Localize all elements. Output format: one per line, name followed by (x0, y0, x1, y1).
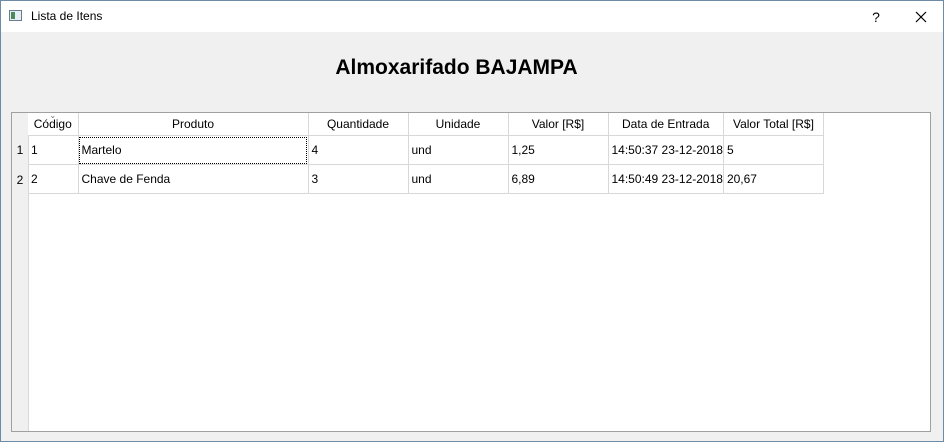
sort-indicator-icon: ⌄ (49, 111, 57, 120)
table-corner-button[interactable] (12, 113, 28, 135)
column-header-codigo[interactable]: ⌄ Código (28, 111, 79, 136)
cell-unidade[interactable]: und (408, 135, 509, 165)
column-header-quantidade[interactable]: Quantidade (308, 113, 409, 136)
column-header-produto[interactable]: Produto (78, 113, 309, 136)
cell-data-entrada[interactable]: 14:50:49 23-12-2018 (608, 164, 724, 194)
help-button[interactable]: ? (854, 1, 898, 32)
column-header-unidade[interactable]: Unidade (408, 113, 509, 136)
cell-valor[interactable]: 6,89 (508, 164, 609, 194)
window-title: Lista de Itens (31, 9, 103, 23)
column-header-valor-total[interactable]: Valor Total [R$] (723, 113, 824, 136)
items-grid: ⌄ Código Produto Quantidade Unidade Valo… (28, 111, 824, 194)
row-header-1[interactable]: 1 (12, 143, 28, 157)
header-row: ⌄ Código Produto Quantidade Unidade Valo… (28, 111, 824, 136)
cell-produto[interactable]: Martelo (78, 135, 309, 165)
table-row[interactable]: 1 Martelo 4 und 1,25 14:50:37 23-12-2018… (28, 135, 824, 165)
help-label: ? (872, 8, 880, 25)
cell-codigo[interactable]: 1 (28, 135, 79, 165)
main-window: Lista de Itens ? Almoxarifado BAJAMPA 1 … (0, 0, 944, 442)
column-header-valor[interactable]: Valor [R$] (508, 113, 609, 136)
title-bar[interactable]: Lista de Itens ? (1, 1, 943, 32)
cell-unidade[interactable]: und (408, 164, 509, 194)
page-title: Almoxarifado BAJAMPA (335, 56, 578, 79)
cell-quantidade[interactable]: 3 (308, 164, 409, 194)
row-header-column (12, 113, 29, 431)
cell-quantidade[interactable]: 4 (308, 135, 409, 165)
table-row[interactable]: 2 Chave de Fenda 3 und 6,89 14:50:49 23-… (28, 164, 824, 194)
cell-data-entrada[interactable]: 14:50:37 23-12-2018 (608, 135, 724, 165)
close-button[interactable] (899, 1, 943, 32)
column-header-data-entrada[interactable]: Data de Entrada (608, 113, 724, 136)
cell-codigo[interactable]: 2 (28, 164, 79, 194)
cell-valor-total[interactable]: 20,67 (723, 164, 824, 194)
window-app-icon (9, 10, 22, 21)
cell-valor[interactable]: 1,25 (508, 135, 609, 165)
row-header-2[interactable]: 2 (12, 173, 28, 187)
cell-valor-total[interactable]: 5 (723, 135, 824, 165)
cell-produto[interactable]: Chave de Fenda (78, 164, 309, 194)
close-icon (915, 11, 927, 22)
items-table[interactable]: 1 2 ⌄ Código Produto Quantidade Unidade … (11, 112, 931, 432)
